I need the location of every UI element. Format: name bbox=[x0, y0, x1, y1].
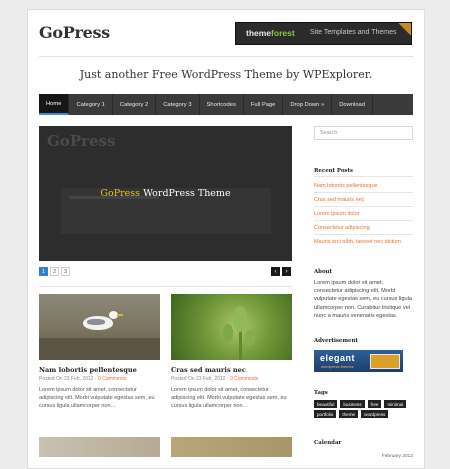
widget-divider bbox=[314, 176, 413, 177]
nav-item-download[interactable]: Download bbox=[332, 94, 373, 115]
tag-chip[interactable]: minimal bbox=[384, 400, 407, 408]
post-excerpt-1: Lorem ipsum dolor sit amet, consectetur … bbox=[39, 387, 155, 409]
slider-arrows: ‹ › bbox=[271, 267, 291, 276]
slider-page-1[interactable]: 1 bbox=[39, 267, 48, 276]
post-meta-2: Posted On 23 Feb, 2012 · 0 Comments bbox=[171, 376, 259, 382]
tag-chip[interactable]: portfolio bbox=[314, 410, 337, 418]
search-input[interactable]: Search bbox=[314, 126, 413, 140]
tags-title: Tags bbox=[314, 390, 328, 396]
recent-post-link[interactable]: Nam lobortis pellentesque bbox=[314, 183, 378, 189]
banner-brand: themeforest bbox=[246, 28, 295, 38]
post-thumbnail-4[interactable] bbox=[171, 437, 292, 457]
post-excerpt-2: Lorem ipsum dolor sit amet, consectetur … bbox=[171, 387, 287, 409]
tag-cloud: beautiful business free minimal portfoli… bbox=[314, 400, 413, 418]
main-navigation: Home Category 1 Category 2 Category 3 Sh… bbox=[39, 94, 413, 115]
plant-bud bbox=[223, 324, 233, 342]
post-comments-link-2[interactable]: 0 Comments bbox=[230, 376, 258, 382]
widget-divider bbox=[314, 192, 413, 193]
plant-bud bbox=[245, 330, 255, 346]
post-comments-link-1[interactable]: 0 Comments bbox=[98, 376, 126, 382]
widget-divider bbox=[314, 234, 413, 235]
themeforest-banner[interactable]: themeforest Site Templates and Themes bbox=[235, 22, 412, 45]
nav-item-category-2[interactable]: Category 2 bbox=[113, 94, 157, 115]
page-container: GoPress themeforest Site Templates and T… bbox=[27, 9, 425, 469]
about-text: Lorem ipsum dolor sit amet, consectetur … bbox=[314, 280, 412, 319]
recent-post-link[interactable]: Consectetur adipiscing bbox=[314, 225, 370, 231]
post-title-2[interactable]: Cras sed mauris nec bbox=[171, 366, 246, 374]
post-meta-1: Posted On 23 Feb, 2012 · 0 Comments bbox=[39, 376, 127, 382]
tag-chip[interactable]: business bbox=[340, 400, 365, 408]
post-title-1[interactable]: Nam lobortis pellentesque bbox=[39, 366, 137, 374]
post-thumbnail-3[interactable] bbox=[39, 437, 160, 457]
tag-chip[interactable]: free bbox=[367, 400, 382, 408]
recent-post-link[interactable]: Cras sed mauris nec bbox=[314, 197, 364, 203]
nav-item-category-1[interactable]: Category 1 bbox=[69, 94, 113, 115]
site-logo[interactable]: GoPress bbox=[39, 23, 110, 42]
banner-tagline: Site Templates and Themes bbox=[310, 29, 397, 36]
thumbnail-rock bbox=[39, 338, 160, 360]
banner-corner-ribbon bbox=[398, 23, 411, 36]
calendar-title: Calendar bbox=[314, 440, 342, 446]
slider-background-logo: GoPress bbox=[47, 132, 116, 150]
site-tagline: Just another Free WordPress Theme by WPE… bbox=[79, 68, 373, 81]
bird-beak bbox=[117, 314, 123, 316]
widget-divider bbox=[314, 206, 413, 207]
slider-pagination: 1 2 3 bbox=[39, 267, 70, 276]
nav-item-full-page[interactable]: Full Page bbox=[244, 94, 284, 115]
featured-slider[interactable]: GoPress GoPress WordPress Theme bbox=[39, 126, 292, 261]
slider-page-3[interactable]: 3 bbox=[61, 267, 70, 276]
nav-item-shortcodes[interactable]: Shortcodes bbox=[200, 94, 244, 115]
widget-divider bbox=[314, 220, 413, 221]
nav-item-drop-down[interactable]: Drop Down » bbox=[283, 94, 333, 115]
tag-chip[interactable]: theme bbox=[339, 410, 359, 418]
ad-subtitle: wordpress themes bbox=[321, 364, 354, 369]
nav-item-category-3[interactable]: Category 3 bbox=[156, 94, 200, 115]
slider-prev-button[interactable]: ‹ bbox=[271, 267, 280, 276]
content-divider bbox=[39, 286, 292, 287]
post-thumbnail-plant[interactable] bbox=[171, 294, 292, 360]
plant-bud bbox=[233, 306, 247, 332]
header-divider bbox=[39, 56, 413, 57]
tag-chip[interactable]: beautiful bbox=[314, 400, 338, 408]
slider-caption: GoPress WordPress Theme bbox=[100, 188, 231, 199]
post-thumbnail-bird[interactable] bbox=[39, 294, 160, 360]
bird-wing bbox=[87, 319, 105, 325]
about-title: About bbox=[314, 269, 332, 275]
elegant-themes-ad[interactable]: elegant wordpress themes bbox=[314, 350, 403, 372]
tag-chip[interactable]: wordpress bbox=[361, 410, 389, 418]
recent-post-link[interactable]: Mauris orci nibh, laoreet nec dictum bbox=[314, 239, 401, 245]
calendar-month: February 2012 bbox=[381, 454, 413, 459]
nav-item-home[interactable]: Home bbox=[39, 94, 70, 115]
ad-product-image bbox=[370, 354, 400, 369]
slider-next-button[interactable]: › bbox=[282, 267, 291, 276]
slider-page-2[interactable]: 2 bbox=[50, 267, 59, 276]
advertisement-title: Advertisement bbox=[314, 338, 358, 344]
recent-posts-title: Recent Posts bbox=[314, 168, 353, 174]
plant-stem bbox=[239, 330, 242, 360]
ad-brand: elegant bbox=[320, 353, 356, 363]
recent-post-link[interactable]: Lorem ipsum dolor bbox=[314, 211, 360, 217]
